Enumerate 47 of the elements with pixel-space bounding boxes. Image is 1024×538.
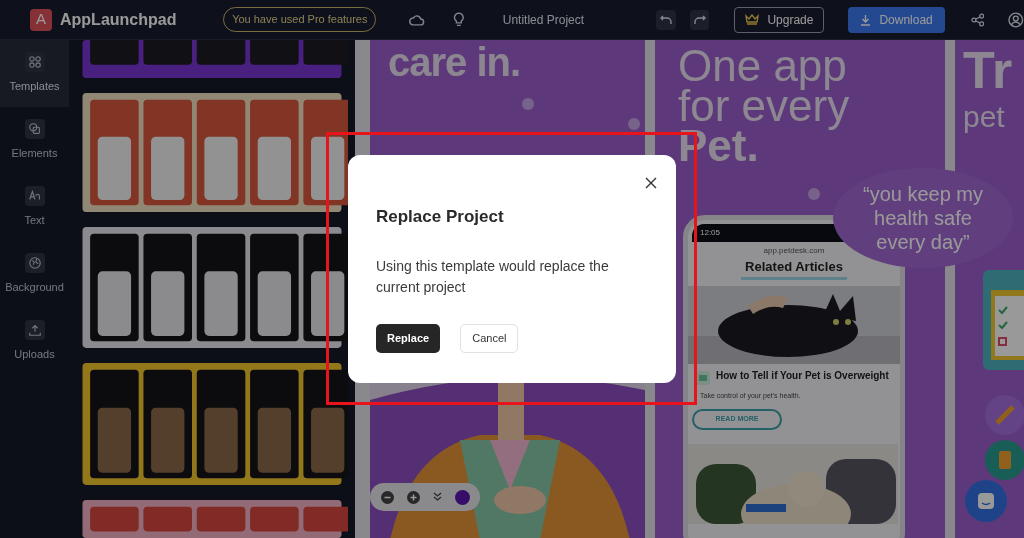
- close-button[interactable]: [644, 176, 658, 190]
- lightbulb-icon[interactable]: [453, 11, 465, 28]
- article-title: How to Tell if Your Pet is Overweight: [716, 369, 889, 382]
- sidebar-tab[interactable]: Templates: [0, 40, 69, 107]
- sidebar-tab[interactable]: Background: [0, 241, 69, 308]
- url-text: app.petdesk.com: [763, 245, 825, 257]
- dot-icon: [808, 188, 820, 200]
- upload-icon: [27, 323, 42, 338]
- app-name: AppLaunchpad: [60, 9, 177, 30]
- cancel-button[interactable]: Cancel: [460, 323, 519, 353]
- undo-button[interactable]: [656, 9, 676, 30]
- sidebar-tab[interactable]: Elements: [0, 107, 69, 174]
- palette-icon: [27, 256, 42, 271]
- dialog-title: Replace Project: [376, 206, 505, 228]
- quote-text: “you keep my health safe every day”: [861, 182, 985, 254]
- chevron-down-icon[interactable]: [432, 492, 442, 502]
- user-icon[interactable]: [1008, 11, 1024, 28]
- grid-icon: [27, 55, 42, 70]
- dot-icon: [628, 118, 640, 130]
- zoom-in-icon[interactable]: [406, 490, 420, 504]
- share-icon[interactable]: [970, 12, 985, 27]
- logo-mark: A: [30, 8, 52, 31]
- medicine-icon: [985, 395, 1024, 435]
- download-button[interactable]: Download: [848, 6, 945, 33]
- replace-button[interactable]: Replace: [376, 323, 441, 353]
- dot-icon: [522, 98, 534, 110]
- upgrade-button[interactable]: Upgrade: [734, 6, 825, 33]
- color-swatch-icon[interactable]: [454, 489, 470, 505]
- undo-icon: [660, 14, 673, 25]
- pill-bottle-icon: [985, 440, 1024, 480]
- redo-button[interactable]: [689, 9, 710, 30]
- download-icon: [860, 13, 872, 26]
- project-title[interactable]: Untitled Project: [502, 10, 620, 29]
- status-time: 12:05: [700, 227, 721, 239]
- slide-heading: Tr: [963, 40, 1013, 100]
- chat-icon: [977, 492, 995, 510]
- dialog-message: Using this template would replace the current project: [376, 256, 610, 297]
- cloud-icon[interactable]: [409, 12, 426, 27]
- sidebar-tab[interactable]: Uploads: [0, 308, 69, 375]
- shapes-icon: [27, 122, 42, 137]
- redo-icon: [693, 14, 706, 25]
- close-icon: [645, 177, 657, 189]
- crown-icon: [745, 14, 760, 25]
- sidebar-tab[interactable]: Text: [0, 174, 69, 241]
- zoom-out-icon[interactable]: [380, 490, 394, 504]
- slide-subheading: pet: [963, 99, 1005, 135]
- slide-heading: care in.: [388, 40, 521, 86]
